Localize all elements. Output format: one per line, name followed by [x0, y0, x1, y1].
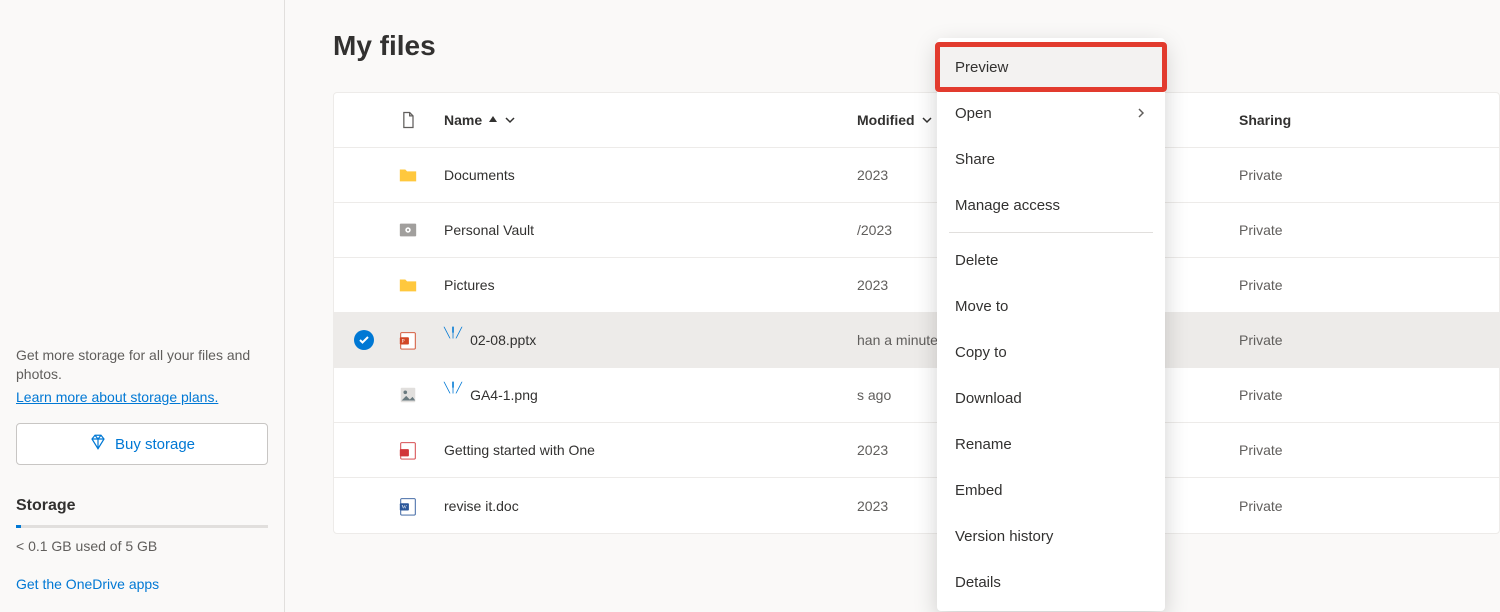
- chevron-down-icon: [921, 114, 933, 126]
- context-menu-label: Rename: [955, 436, 1012, 453]
- context-menu-item-move-to[interactable]: Move to: [937, 283, 1165, 329]
- file-type-icon: [398, 330, 444, 350]
- checked-icon[interactable]: [354, 330, 374, 350]
- context-menu-label: Copy to: [955, 344, 1007, 361]
- buy-storage-button[interactable]: Buy storage: [16, 423, 268, 465]
- buy-storage-label: Buy storage: [115, 436, 195, 453]
- context-menu-item-rename[interactable]: Rename: [937, 421, 1165, 467]
- context-menu-label: Manage access: [955, 197, 1060, 214]
- context-menu-item-share[interactable]: Share: [937, 136, 1165, 182]
- sync-icon: ╲╿╱: [444, 328, 462, 339]
- context-menu-label: Share: [955, 151, 995, 168]
- file-type-icon: [398, 220, 444, 240]
- context-menu-label: Delete: [955, 252, 998, 269]
- column-sharing-header[interactable]: Sharing: [1239, 112, 1499, 128]
- file-name: Documents: [444, 167, 515, 183]
- chevron-down-icon: [504, 114, 516, 126]
- file-sharing: Private: [1239, 222, 1499, 238]
- context-menu-label: Embed: [955, 482, 1003, 499]
- get-apps-link[interactable]: Get the OneDrive apps: [16, 576, 268, 592]
- sort-asc-icon: [488, 115, 498, 125]
- context-menu-label: Download: [955, 390, 1022, 407]
- context-menu-label: Version history: [955, 528, 1053, 545]
- file-name: Pictures: [444, 277, 495, 293]
- table-row[interactable]: ╲╿╱02-08.pptxhan a minute ago1.29 MBPriv…: [334, 313, 1499, 368]
- context-menu-item-details[interactable]: Details: [937, 559, 1165, 605]
- context-menu-label: Move to: [955, 298, 1008, 315]
- table-row[interactable]: ╲╿╱GA4-1.pngs ago75.4 KBPrivate: [334, 368, 1499, 423]
- file-sharing: Private: [1239, 167, 1499, 183]
- context-menu-label: Preview: [955, 59, 1008, 76]
- context-menu-separator: [949, 232, 1153, 233]
- diamond-icon: [89, 433, 107, 455]
- chevron-right-icon: [1135, 107, 1147, 119]
- table-row[interactable]: Documents2023Private: [334, 148, 1499, 203]
- context-menu-item-manage-access[interactable]: Manage access: [937, 182, 1165, 228]
- main-panel: My files Name: [285, 0, 1500, 612]
- page-title: My files: [333, 30, 1500, 62]
- file-table: Name Modified File size: [333, 92, 1500, 534]
- file-type-icon: [398, 496, 444, 516]
- storage-plans-link[interactable]: Learn more about storage plans.: [16, 389, 268, 405]
- table-row[interactable]: Pictures2023Private: [334, 258, 1499, 313]
- context-menu-item-copy-to[interactable]: Copy to: [937, 329, 1165, 375]
- context-menu-item-download[interactable]: Download: [937, 375, 1165, 421]
- file-name: GA4-1.png: [470, 387, 538, 403]
- context-menu: Preview Open Share Manage access Delete Move …: [937, 38, 1165, 611]
- context-menu-item-version-history[interactable]: Version history: [937, 513, 1165, 559]
- storage-heading: Storage: [16, 497, 268, 515]
- file-name: 02-08.pptx: [470, 332, 536, 348]
- file-sharing: Private: [1239, 442, 1499, 458]
- sync-icon: ╲╿╱: [444, 383, 462, 394]
- column-name-header[interactable]: Name: [444, 112, 516, 128]
- context-menu-label: Open: [955, 105, 992, 122]
- file-name: revise it.doc: [444, 498, 519, 514]
- table-row[interactable]: revise it.doc202337.7 KBPrivate: [334, 478, 1499, 533]
- table-row[interactable]: Personal Vault/2023Private: [334, 203, 1499, 258]
- file-name: Personal Vault: [444, 222, 534, 238]
- file-name: Getting started with One: [444, 442, 595, 458]
- file-type-icon: [398, 165, 444, 185]
- sidebar: Get more storage for all your files and …: [0, 0, 285, 612]
- file-sharing: Private: [1239, 387, 1499, 403]
- file-icon: [398, 110, 418, 130]
- storage-promo-text: Get more storage for all your files and …: [16, 346, 268, 385]
- table-row[interactable]: Getting started with One20231.10 MBPriva…: [334, 423, 1499, 478]
- column-file-icon: [398, 110, 444, 130]
- file-type-icon: [398, 440, 444, 460]
- file-type-icon: [398, 275, 444, 295]
- context-menu-item-open[interactable]: Open: [937, 90, 1165, 136]
- context-menu-item-embed[interactable]: Embed: [937, 467, 1165, 513]
- context-menu-item-preview[interactable]: Preview: [937, 44, 1165, 90]
- file-sharing: Private: [1239, 277, 1499, 293]
- context-menu-label: Details: [955, 574, 1001, 591]
- storage-used-text: < 0.1 GB used of 5 GB: [16, 538, 268, 554]
- file-sharing: Private: [1239, 498, 1499, 514]
- file-type-icon: [398, 385, 444, 405]
- storage-usage-bar: [16, 525, 268, 528]
- table-header-row: Name Modified File size: [334, 93, 1499, 148]
- file-sharing: Private: [1239, 332, 1499, 348]
- context-menu-item-delete[interactable]: Delete: [937, 237, 1165, 283]
